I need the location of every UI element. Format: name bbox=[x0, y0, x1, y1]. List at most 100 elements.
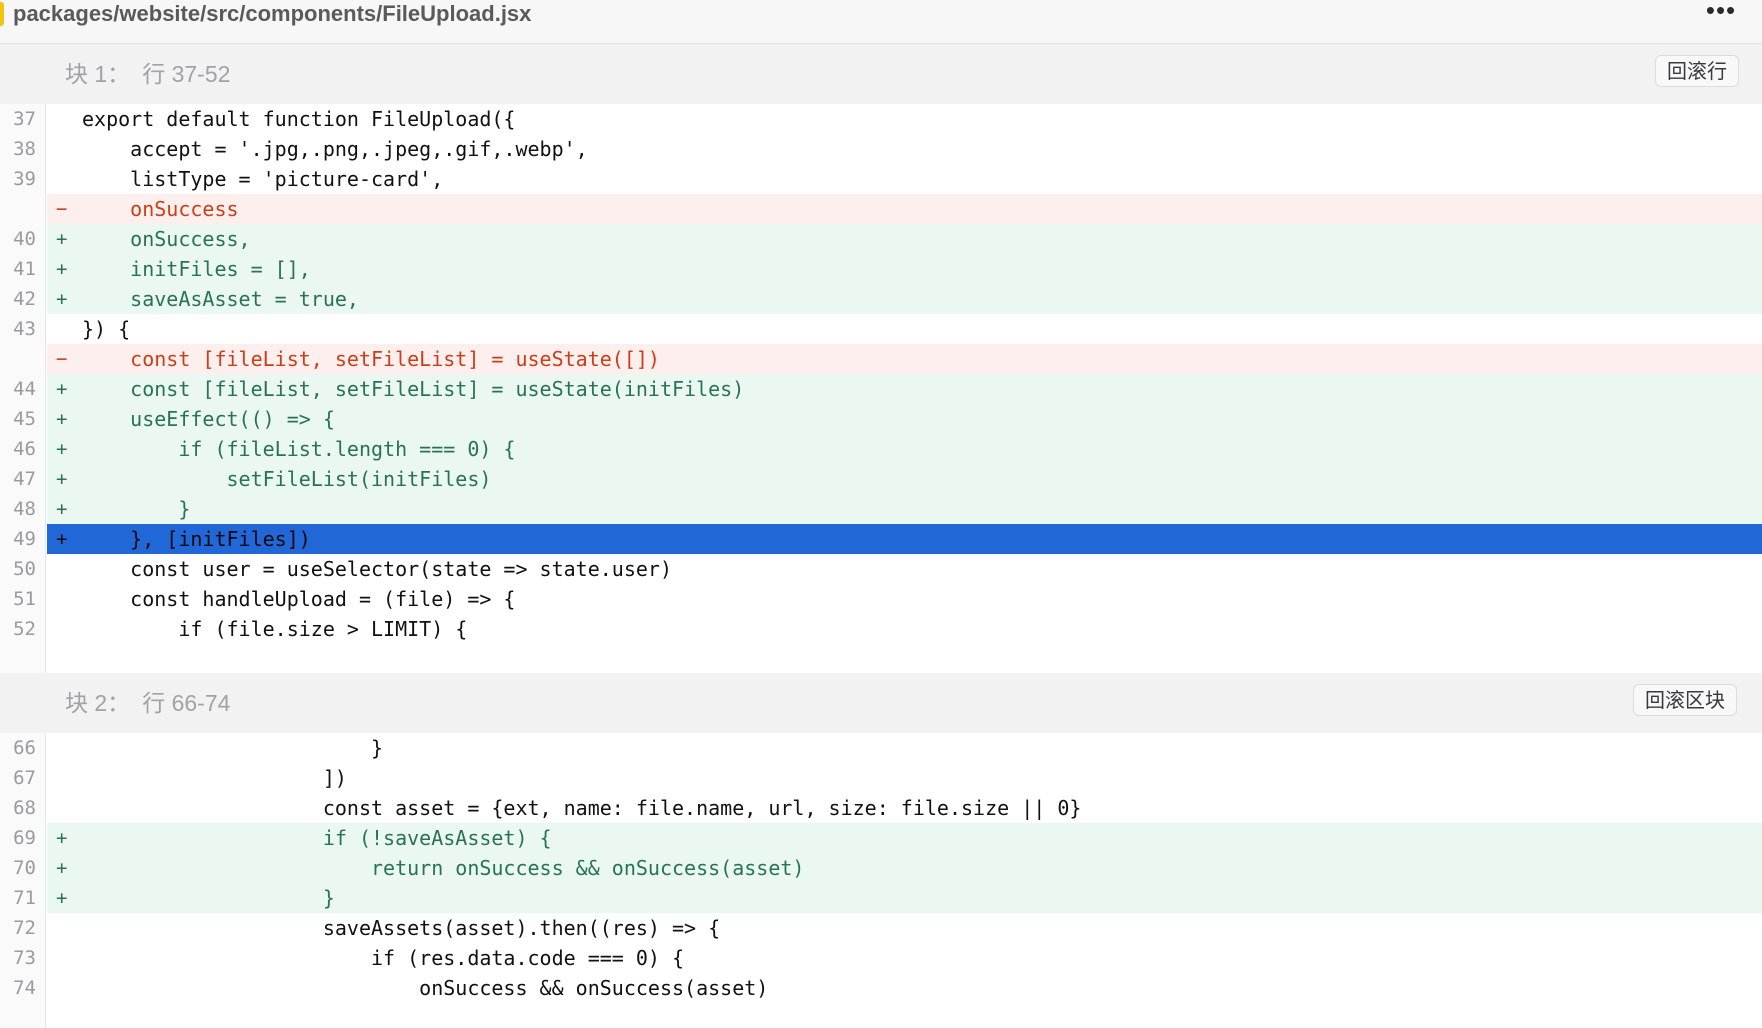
line-number: 37 bbox=[13, 108, 36, 130]
code-text: const [fileList, setFileList] = useState… bbox=[82, 347, 660, 371]
diff-line[interactable]: − const [fileList, setFileList] = useSta… bbox=[0, 344, 1762, 374]
removed-marker: − bbox=[56, 348, 68, 370]
diff-line[interactable]: 66 } bbox=[0, 733, 1762, 763]
code-text: if (!saveAsAsset) { bbox=[82, 826, 552, 850]
line-number: 69 bbox=[13, 827, 36, 849]
added-marker: + bbox=[56, 498, 68, 520]
diff-line[interactable]: 47 + setFileList(initFiles) bbox=[0, 464, 1762, 494]
code-text: return onSuccess && onSuccess(asset) bbox=[82, 856, 805, 880]
diff-line[interactable]: 72 saveAssets(asset).then((res) => { bbox=[0, 913, 1762, 943]
diff-line[interactable]: 49 + }, [initFiles]) bbox=[0, 524, 1762, 554]
added-marker: + bbox=[56, 887, 68, 909]
diff-line-background bbox=[47, 494, 1762, 524]
code-text: }) { bbox=[82, 317, 131, 341]
diff-line[interactable]: 42 + saveAsAsset = true, bbox=[0, 284, 1762, 314]
code-text: const asset = {ext, name: file.name, url… bbox=[82, 796, 1082, 820]
revert-hunk-button[interactable]: 回滚区块 bbox=[1633, 684, 1737, 716]
more-options-button[interactable]: ••• bbox=[1700, 0, 1742, 26]
line-number: 46 bbox=[13, 438, 36, 460]
diff-line[interactable]: 44 + const [fileList, setFileList] = useS… bbox=[0, 374, 1762, 404]
line-number: 43 bbox=[13, 318, 36, 340]
hunk-label: 块 1： bbox=[65, 61, 131, 87]
code-text: if (fileList.length === 0) { bbox=[82, 437, 516, 461]
diff-line[interactable]: 38 accept = '.jpg,.png,.jpeg,.gif,.webp'… bbox=[0, 134, 1762, 164]
added-marker: + bbox=[56, 378, 68, 400]
code-text: saveAssets(asset).then((res) => { bbox=[82, 916, 721, 940]
line-number: 41 bbox=[13, 258, 36, 280]
diff-line[interactable]: 67 ]) bbox=[0, 763, 1762, 793]
code-text: useEffect(() => { bbox=[82, 407, 335, 431]
file-path: packages/website/src/components/FileUplo… bbox=[13, 1, 532, 26]
code-text: }, [initFiles]) bbox=[82, 527, 311, 551]
hunk-title: 块 2： 行 66-74 bbox=[65, 689, 230, 717]
diff-line[interactable]: 43 }) { bbox=[0, 314, 1762, 344]
line-number: 72 bbox=[13, 917, 36, 939]
hunk-label: 块 2： bbox=[65, 690, 131, 716]
line-number: 73 bbox=[13, 947, 36, 969]
removed-marker: − bbox=[56, 198, 68, 220]
line-number: 44 bbox=[13, 378, 36, 400]
code-text: if (res.data.code === 0) { bbox=[82, 946, 685, 970]
diff-line[interactable]: 48 + } bbox=[0, 494, 1762, 524]
line-number: 71 bbox=[13, 887, 36, 909]
diff-line[interactable]: 74 onSuccess && onSuccess(asset) bbox=[0, 973, 1762, 1003]
line-number: 42 bbox=[13, 288, 36, 310]
diff-line[interactable]: 45 + useEffect(() => { bbox=[0, 404, 1762, 434]
added-marker: + bbox=[56, 228, 68, 250]
diff-line[interactable]: 69 + if (!saveAsAsset) { bbox=[0, 823, 1762, 853]
diff-line[interactable]: 50 const user = useSelector(state => sta… bbox=[0, 554, 1762, 584]
diff-line-background bbox=[47, 314, 1762, 344]
line-number: 51 bbox=[13, 588, 36, 610]
diff-line[interactable]: 68 const asset = {ext, name: file.name, … bbox=[0, 793, 1762, 823]
diff-line[interactable]: 37 export default function FileUpload({ bbox=[0, 104, 1762, 134]
code-text: saveAsAsset = true, bbox=[82, 287, 359, 311]
diff-line[interactable]: 46 + if (fileList.length === 0) { bbox=[0, 434, 1762, 464]
added-marker: + bbox=[56, 288, 68, 310]
hunk-header: 块 2： 行 66-74 回滚区块 bbox=[0, 673, 1762, 733]
hunk-title: 块 1： 行 37-52 bbox=[65, 60, 230, 88]
code-text: export default function FileUpload({ bbox=[82, 107, 516, 131]
line-number: 49 bbox=[13, 528, 36, 550]
code-text: initFiles = [], bbox=[82, 257, 311, 281]
hunk-range: 行 37-52 bbox=[142, 61, 231, 87]
code-text: const [fileList, setFileList] = useState… bbox=[82, 377, 745, 401]
diff-line[interactable]: 39 listType = 'picture-card', bbox=[0, 164, 1762, 194]
line-number: 70 bbox=[13, 857, 36, 879]
diff-line[interactable]: 52 if (file.size > LIMIT) { bbox=[0, 614, 1762, 644]
line-number: 50 bbox=[13, 558, 36, 580]
added-marker: + bbox=[56, 258, 68, 280]
diff-line[interactable]: 40 + onSuccess, bbox=[0, 224, 1762, 254]
diff-line[interactable]: − onSuccess bbox=[0, 194, 1762, 224]
code-text: accept = '.jpg,.png,.jpeg,.gif,.webp', bbox=[82, 137, 588, 161]
code-text: onSuccess, bbox=[82, 227, 251, 251]
added-marker: + bbox=[56, 827, 68, 849]
added-marker: + bbox=[56, 438, 68, 460]
hunk-lines: 37 export default function FileUpload({ 38… bbox=[0, 104, 1762, 644]
line-number: 48 bbox=[13, 498, 36, 520]
file-status-indicator bbox=[0, 2, 4, 26]
code-text: } bbox=[82, 886, 335, 910]
hunk-lines: 66 } 67 ]) 68 const asset = {ext, name: fi… bbox=[0, 733, 1762, 1003]
diff-line[interactable]: 71 + } bbox=[0, 883, 1762, 913]
diff-line[interactable]: 70 + return onSuccess && onSuccess(asset) bbox=[0, 853, 1762, 883]
hunk-header: 块 1： 行 37-52 回滚行 bbox=[0, 44, 1762, 104]
code-text: onSuccess bbox=[82, 197, 239, 221]
code-text: listType = 'picture-card', bbox=[82, 167, 444, 191]
line-number: 68 bbox=[13, 797, 36, 819]
code-text: setFileList(initFiles) bbox=[82, 467, 492, 491]
diff-line[interactable]: 51 const handleUpload = (file) => { bbox=[0, 584, 1762, 614]
line-number: 38 bbox=[13, 138, 36, 160]
line-number: 74 bbox=[13, 977, 36, 999]
line-number: 45 bbox=[13, 408, 36, 430]
code-text: } bbox=[82, 736, 384, 760]
file-header: packages/website/src/components/FileUplo… bbox=[0, 0, 1762, 44]
revert-lines-button[interactable]: 回滚行 bbox=[1655, 55, 1739, 87]
added-marker: + bbox=[56, 857, 68, 879]
added-marker: + bbox=[56, 408, 68, 430]
diff-line-background bbox=[47, 224, 1762, 254]
diff-line[interactable]: 41 + initFiles = [], bbox=[0, 254, 1762, 284]
diff-hunk-2: 块 2：行 66-74 回滚区块 66 } 67 ]) 68 const asset… bbox=[0, 673, 1762, 1003]
line-number: 39 bbox=[13, 168, 36, 190]
diff-line[interactable]: 73 if (res.data.code === 0) { bbox=[0, 943, 1762, 973]
code-text: ]) bbox=[82, 766, 347, 790]
